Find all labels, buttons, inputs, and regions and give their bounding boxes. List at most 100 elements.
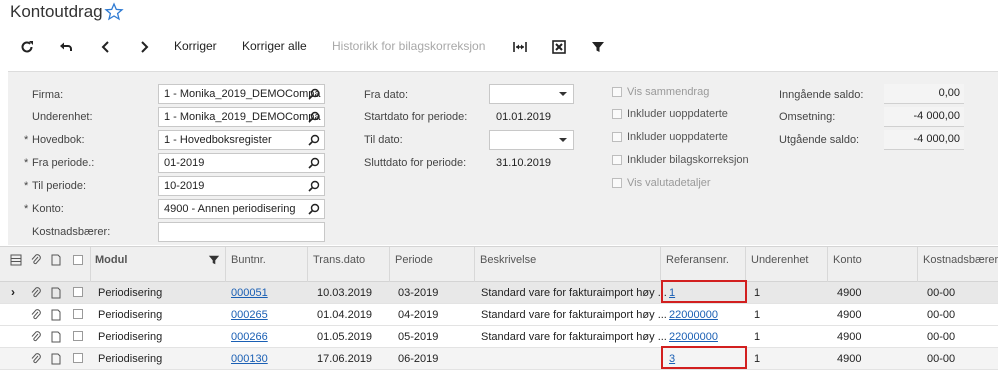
chevron-down-icon[interactable] xyxy=(559,138,567,142)
col-kostnadsbaerer[interactable]: Kostnadsbærer xyxy=(923,254,998,266)
row-checkbox[interactable] xyxy=(73,331,83,341)
required-mark: * xyxy=(24,134,29,146)
til-dato-field[interactable] xyxy=(489,130,574,150)
page-title: Kontoutdrag xyxy=(10,2,103,21)
next-icon[interactable] xyxy=(137,40,151,54)
sluttdato-value: 31.10.2019 xyxy=(496,157,552,169)
col-referansenr[interactable]: Referansenr. xyxy=(666,254,729,266)
col-konto[interactable]: Konto xyxy=(833,254,862,266)
fra-periode-field[interactable]: 01-2019 xyxy=(158,153,325,173)
kostnadsbaerer-field[interactable] xyxy=(158,222,325,242)
cell-kostnadsbaerer: 00-00 xyxy=(927,287,956,299)
underenhet-field[interactable]: 1 - Monika_2019_DEMOCompa xyxy=(158,107,325,127)
attachment-icon[interactable] xyxy=(30,254,42,266)
inkluder-uoppdaterte-checkbox[interactable] xyxy=(612,109,622,119)
filter-icon[interactable] xyxy=(208,254,220,266)
col-periode[interactable]: Periode xyxy=(395,254,433,266)
chevron-down-icon[interactable] xyxy=(559,92,567,96)
highlight-box xyxy=(661,280,747,303)
current-row-indicator-icon: › xyxy=(11,285,15,299)
konto-field[interactable]: 4900 - Annen periodisering xyxy=(158,199,325,219)
refresh-icon[interactable] xyxy=(20,40,34,54)
fra-dato-field[interactable] xyxy=(489,84,574,104)
note-icon[interactable] xyxy=(50,353,62,365)
export-excel-icon[interactable] xyxy=(552,40,566,54)
search-icon[interactable] xyxy=(308,111,320,123)
row-selector-icon[interactable] xyxy=(10,254,22,266)
toolbar: Korriger Korriger alle Historikk for bil… xyxy=(0,31,998,61)
col-buntnr[interactable]: Buntnr. xyxy=(231,254,266,266)
inngaende-saldo-label: Inngående saldo: xyxy=(779,89,864,101)
note-icon[interactable] xyxy=(50,287,62,299)
col-transdato[interactable]: Trans.dato xyxy=(313,254,365,266)
search-icon[interactable] xyxy=(308,203,320,215)
vis-sammendrag-checkbox[interactable] xyxy=(612,87,622,97)
cell-periode: 06-2019 xyxy=(398,353,439,365)
attachment-icon[interactable] xyxy=(30,287,42,299)
table-row[interactable]: › Periodisering 000051 10.03.2019 03-201… xyxy=(0,282,998,304)
row-checkbox[interactable] xyxy=(73,309,83,319)
fra-dato-label: Fra dato: xyxy=(364,89,409,101)
search-icon[interactable] xyxy=(308,134,320,146)
cell-modul: Periodisering xyxy=(98,287,163,299)
underenhet-label: Underenhet: xyxy=(32,111,93,123)
row-checkbox[interactable] xyxy=(73,287,83,297)
cell-referansenr[interactable]: 22000000 xyxy=(669,331,718,343)
note-icon[interactable] xyxy=(50,254,62,266)
cell-underenhet: 1 xyxy=(754,353,761,365)
search-icon[interactable] xyxy=(308,157,320,169)
col-beskrivelse[interactable]: Beskrivelse xyxy=(480,254,536,266)
row-checkbox[interactable] xyxy=(73,353,83,363)
firma-value: 1 - Monika_2019_DEMOCompa xyxy=(164,88,321,100)
korriger-alle-button[interactable]: Korriger alle xyxy=(242,39,307,53)
underenhet-value: 1 - Monika_2019_DEMOCompa xyxy=(164,111,321,123)
cell-buntnr[interactable]: 000051 xyxy=(231,287,268,299)
select-all-checkbox[interactable] xyxy=(73,255,83,265)
star-icon[interactable] xyxy=(104,2,124,22)
previous-icon[interactable] xyxy=(99,40,113,54)
cell-transdato: 10.03.2019 xyxy=(317,287,373,299)
note-icon[interactable] xyxy=(50,309,62,321)
search-icon[interactable] xyxy=(308,180,320,192)
cell-modul: Periodisering xyxy=(98,353,163,365)
inkluder-uoppdaterte-2-label: Inkluder uoppdaterte xyxy=(627,131,728,143)
historikk-button[interactable]: Historikk for bilagskorreksjon xyxy=(332,39,485,53)
attachment-icon[interactable] xyxy=(30,309,42,321)
inkluder-uoppdaterte-label: Inkluder uoppdaterte xyxy=(627,108,728,120)
hovedbok-field[interactable]: 1 - Hovedboksregister xyxy=(158,130,325,150)
filter-icon[interactable] xyxy=(591,40,605,54)
cell-transdato: 01.04.2019 xyxy=(317,309,373,321)
cell-modul: Periodisering xyxy=(98,331,163,343)
cell-modul: Periodisering xyxy=(98,309,163,321)
sluttdato-label: Sluttdato for periode: xyxy=(364,157,467,169)
table-row[interactable]: Periodisering 000265 01.04.2019 04-2019 … xyxy=(0,304,998,326)
note-icon[interactable] xyxy=(50,331,62,343)
cell-underenhet: 1 xyxy=(754,287,761,299)
vis-valutadetaljer-checkbox[interactable] xyxy=(612,178,622,188)
korriger-button[interactable]: Korriger xyxy=(174,39,217,53)
search-icon[interactable] xyxy=(308,88,320,100)
firma-field[interactable]: 1 - Monika_2019_DEMOCompa xyxy=(158,84,325,104)
col-underenhet[interactable]: Underenhet xyxy=(751,254,809,266)
cell-buntnr[interactable]: 000265 xyxy=(231,309,268,321)
col-modul[interactable]: Modul xyxy=(95,254,127,266)
cell-buntnr[interactable]: 000266 xyxy=(231,331,268,343)
table-row[interactable]: Periodisering 000266 01.05.2019 05-2019 … xyxy=(0,326,998,348)
undo-icon[interactable] xyxy=(59,40,73,54)
cell-konto: 4900 xyxy=(837,353,862,365)
table-row[interactable]: Periodisering 000130 17.06.2019 06-2019 … xyxy=(0,348,998,370)
konto-value: 4900 - Annen periodisering xyxy=(164,203,296,215)
startdato-label: Startdato for periode: xyxy=(364,111,468,123)
attachment-icon[interactable] xyxy=(30,353,42,365)
cell-konto: 4900 xyxy=(837,309,862,321)
fit-columns-icon[interactable] xyxy=(513,40,527,54)
til-dato-label: Til dato: xyxy=(364,134,403,146)
cell-konto: 4900 xyxy=(837,331,862,343)
til-periode-field[interactable]: 10-2019 xyxy=(158,176,325,196)
inkluder-uoppdaterte-2-checkbox[interactable] xyxy=(612,132,622,142)
inkluder-bilagskorreksjon-checkbox[interactable] xyxy=(612,155,622,165)
attachment-icon[interactable] xyxy=(30,331,42,343)
cell-buntnr[interactable]: 000130 xyxy=(231,353,268,365)
cell-referansenr[interactable]: 22000000 xyxy=(669,309,718,321)
fra-periode-value: 01-2019 xyxy=(164,157,205,169)
